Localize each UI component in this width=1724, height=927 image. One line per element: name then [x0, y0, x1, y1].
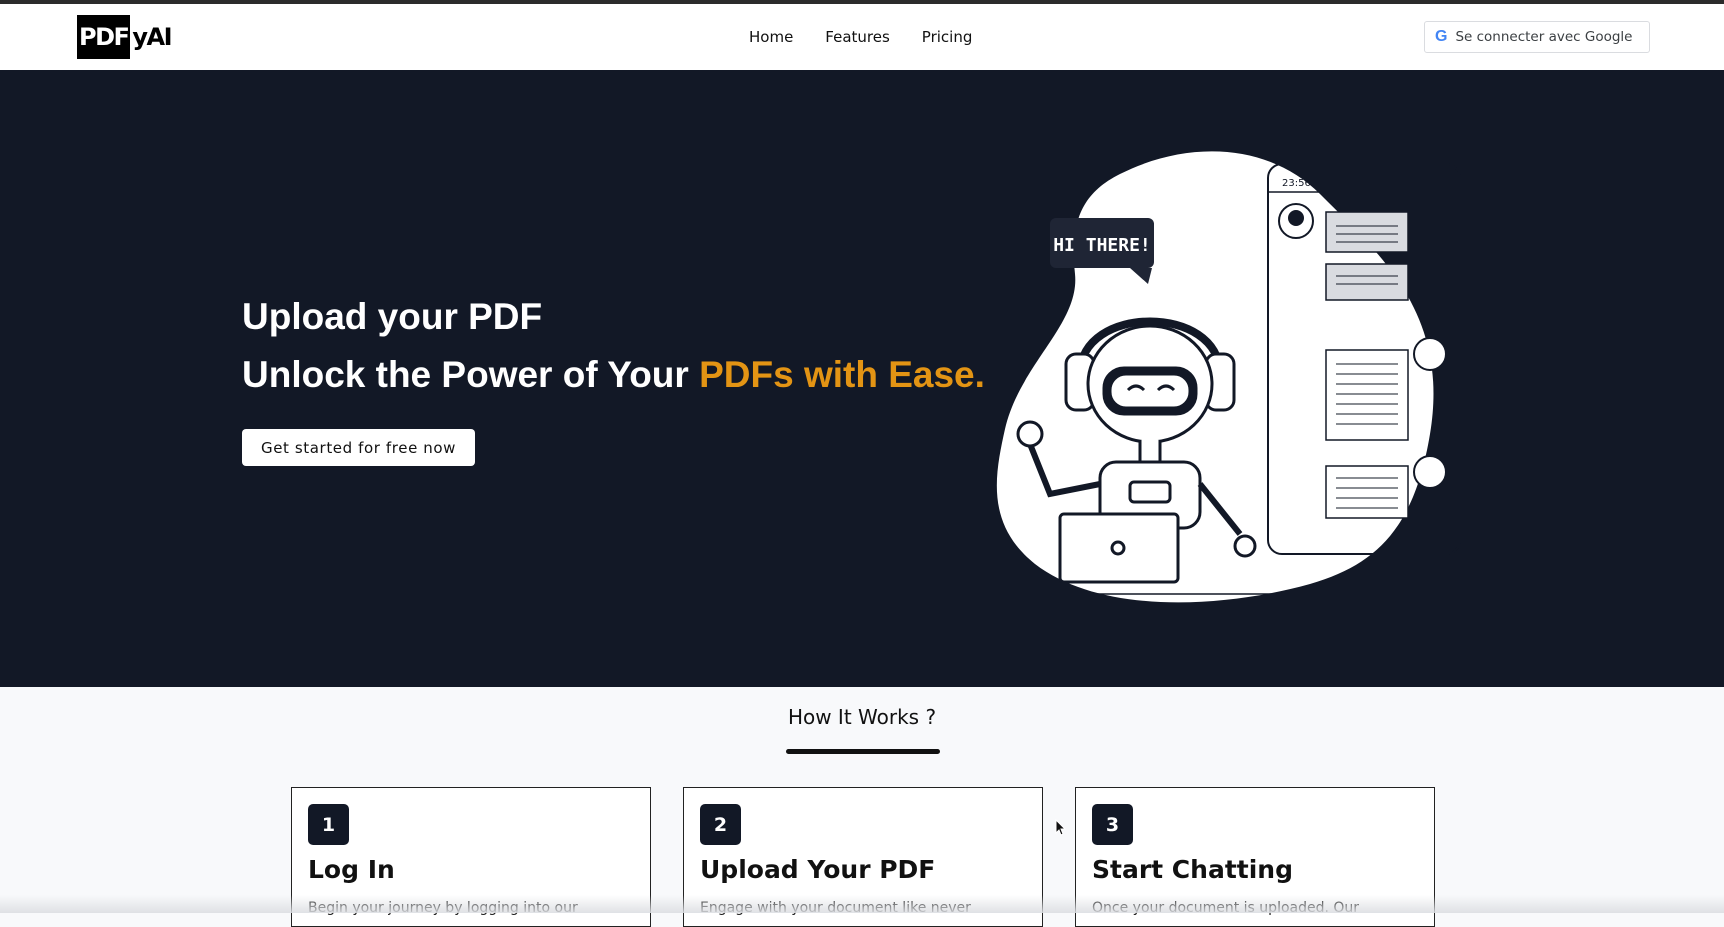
phone-time: 23:56: [1282, 178, 1311, 189]
chat-bubble: [1325, 211, 1409, 253]
google-signin-label: Se connecter avec Google: [1455, 29, 1633, 45]
google-signin-button[interactable]: G Se connecter avec Google: [1424, 21, 1650, 53]
nav-links: Home Features Pricing: [749, 4, 972, 70]
speech-bubble-text: HI THERE!: [1053, 235, 1151, 256]
step-number: 2: [700, 804, 741, 845]
get-started-button[interactable]: Get started for free now: [242, 429, 475, 466]
chat-bubble: [1325, 263, 1409, 301]
logo[interactable]: PDF yAI: [77, 14, 173, 60]
step-title: Start Chatting: [1092, 855, 1293, 884]
hero-headline-2-accent: PDFs with Ease.: [699, 354, 985, 395]
mouse-cursor-icon: [1055, 819, 1067, 836]
step-number: 3: [1092, 804, 1133, 845]
hero-headline-1: Upload your PDF: [242, 296, 543, 337]
step-number: 1: [308, 804, 349, 845]
bot-avatar-icon: [1413, 337, 1447, 371]
robot-chat-illustration: 23:56 HI THERE!: [996, 151, 1461, 603]
nav-link-home[interactable]: Home: [749, 28, 793, 46]
nav-link-pricing[interactable]: Pricing: [922, 28, 973, 46]
how-it-works-title: How It Works ?: [787, 705, 937, 729]
step-title: Upload Your PDF: [700, 855, 936, 884]
logo-text: yAI: [132, 23, 172, 51]
google-g-icon: G: [1435, 28, 1448, 45]
navbar: PDF yAI Home Features Pricing G Se connec…: [0, 4, 1724, 71]
step-title: Log In: [308, 855, 395, 884]
logo-box: PDF: [77, 15, 131, 59]
title-underline: [786, 749, 940, 754]
bot-avatar-icon: [1413, 455, 1447, 489]
bottom-fade: [0, 895, 1724, 913]
hero-section: Upload your PDF Unlock the Power of Your…: [0, 70, 1724, 687]
nav-link-features[interactable]: Features: [825, 28, 890, 46]
chat-bubble: [1325, 465, 1409, 519]
hero-headline-2: Unlock the Power of Your PDFs with Ease.: [242, 354, 985, 396]
hero-headline-2-prefix: Unlock the Power of Your: [242, 354, 700, 395]
how-it-works-section: How It Works ? 1 Log In Begin your journ…: [0, 687, 1724, 927]
